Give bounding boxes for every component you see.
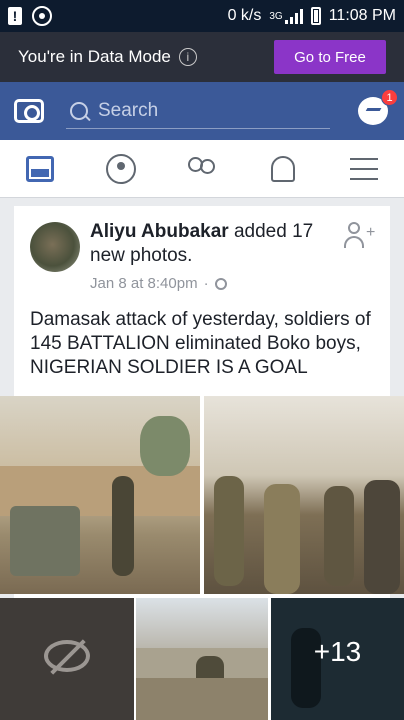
tab-notifications[interactable]: [263, 149, 303, 189]
post-photo[interactable]: [204, 396, 404, 594]
tab-menu[interactable]: [344, 149, 384, 189]
data-mode-banner: You're in Data Mode i Go to Free: [0, 32, 404, 82]
globe-icon: [214, 278, 227, 290]
menu-icon: [349, 157, 378, 180]
post-photo[interactable]: [136, 598, 268, 720]
camera-icon[interactable]: [14, 99, 44, 123]
network-type: 3G: [269, 10, 283, 22]
tab-news-feed[interactable]: [20, 149, 60, 189]
tab-friends[interactable]: [182, 149, 222, 189]
signal-icon: [284, 8, 303, 24]
messenger-badge: 1: [381, 89, 398, 106]
bell-icon: [270, 155, 295, 182]
search-placeholder: Search: [98, 99, 159, 121]
app-header: Search 1: [0, 82, 404, 140]
post-photo-more[interactable]: +13: [271, 598, 404, 720]
add-friend-icon[interactable]: +: [344, 222, 376, 250]
friends-icon: [186, 156, 218, 181]
post-timestamp[interactable]: Jan 8 at 8:40pm: [90, 272, 198, 296]
hidden-icon: [44, 640, 90, 672]
whatsapp-icon: [32, 6, 52, 26]
network-speed: 0 k/s: [227, 7, 262, 24]
post-header: Aliyu Abubakar added 17 new photos. Jan …: [90, 220, 340, 296]
status-bar: ! 0 k/s 3G 11:08 PM: [0, 0, 404, 32]
go-to-free-button[interactable]: Go to Free: [274, 40, 386, 74]
search-input[interactable]: Search: [66, 93, 330, 129]
data-mode-message: You're in Data Mode: [18, 47, 171, 66]
warning-icon: !: [8, 7, 22, 25]
more-photos-count: +13: [313, 636, 362, 667]
post-photo[interactable]: [0, 396, 200, 594]
news-feed-icon: [26, 155, 55, 182]
clock: 11:08 PM: [328, 7, 396, 24]
messenger-button[interactable]: 1: [358, 89, 398, 127]
info-icon[interactable]: i: [178, 48, 197, 66]
post-author[interactable]: Aliyu Abubakar: [90, 221, 229, 242]
tab-bar: [0, 140, 404, 198]
search-icon: [70, 101, 88, 120]
post-text: Damasak attack of yesterday, soldiers of…: [30, 309, 371, 378]
feed-post: Aliyu Abubakar added 17 new photos. Jan …: [0, 206, 404, 720]
groups-icon: [106, 153, 137, 184]
avatar[interactable]: [30, 222, 80, 272]
post-photo[interactable]: [0, 598, 134, 720]
battery-icon: [310, 7, 321, 25]
tab-groups[interactable]: [101, 149, 141, 189]
